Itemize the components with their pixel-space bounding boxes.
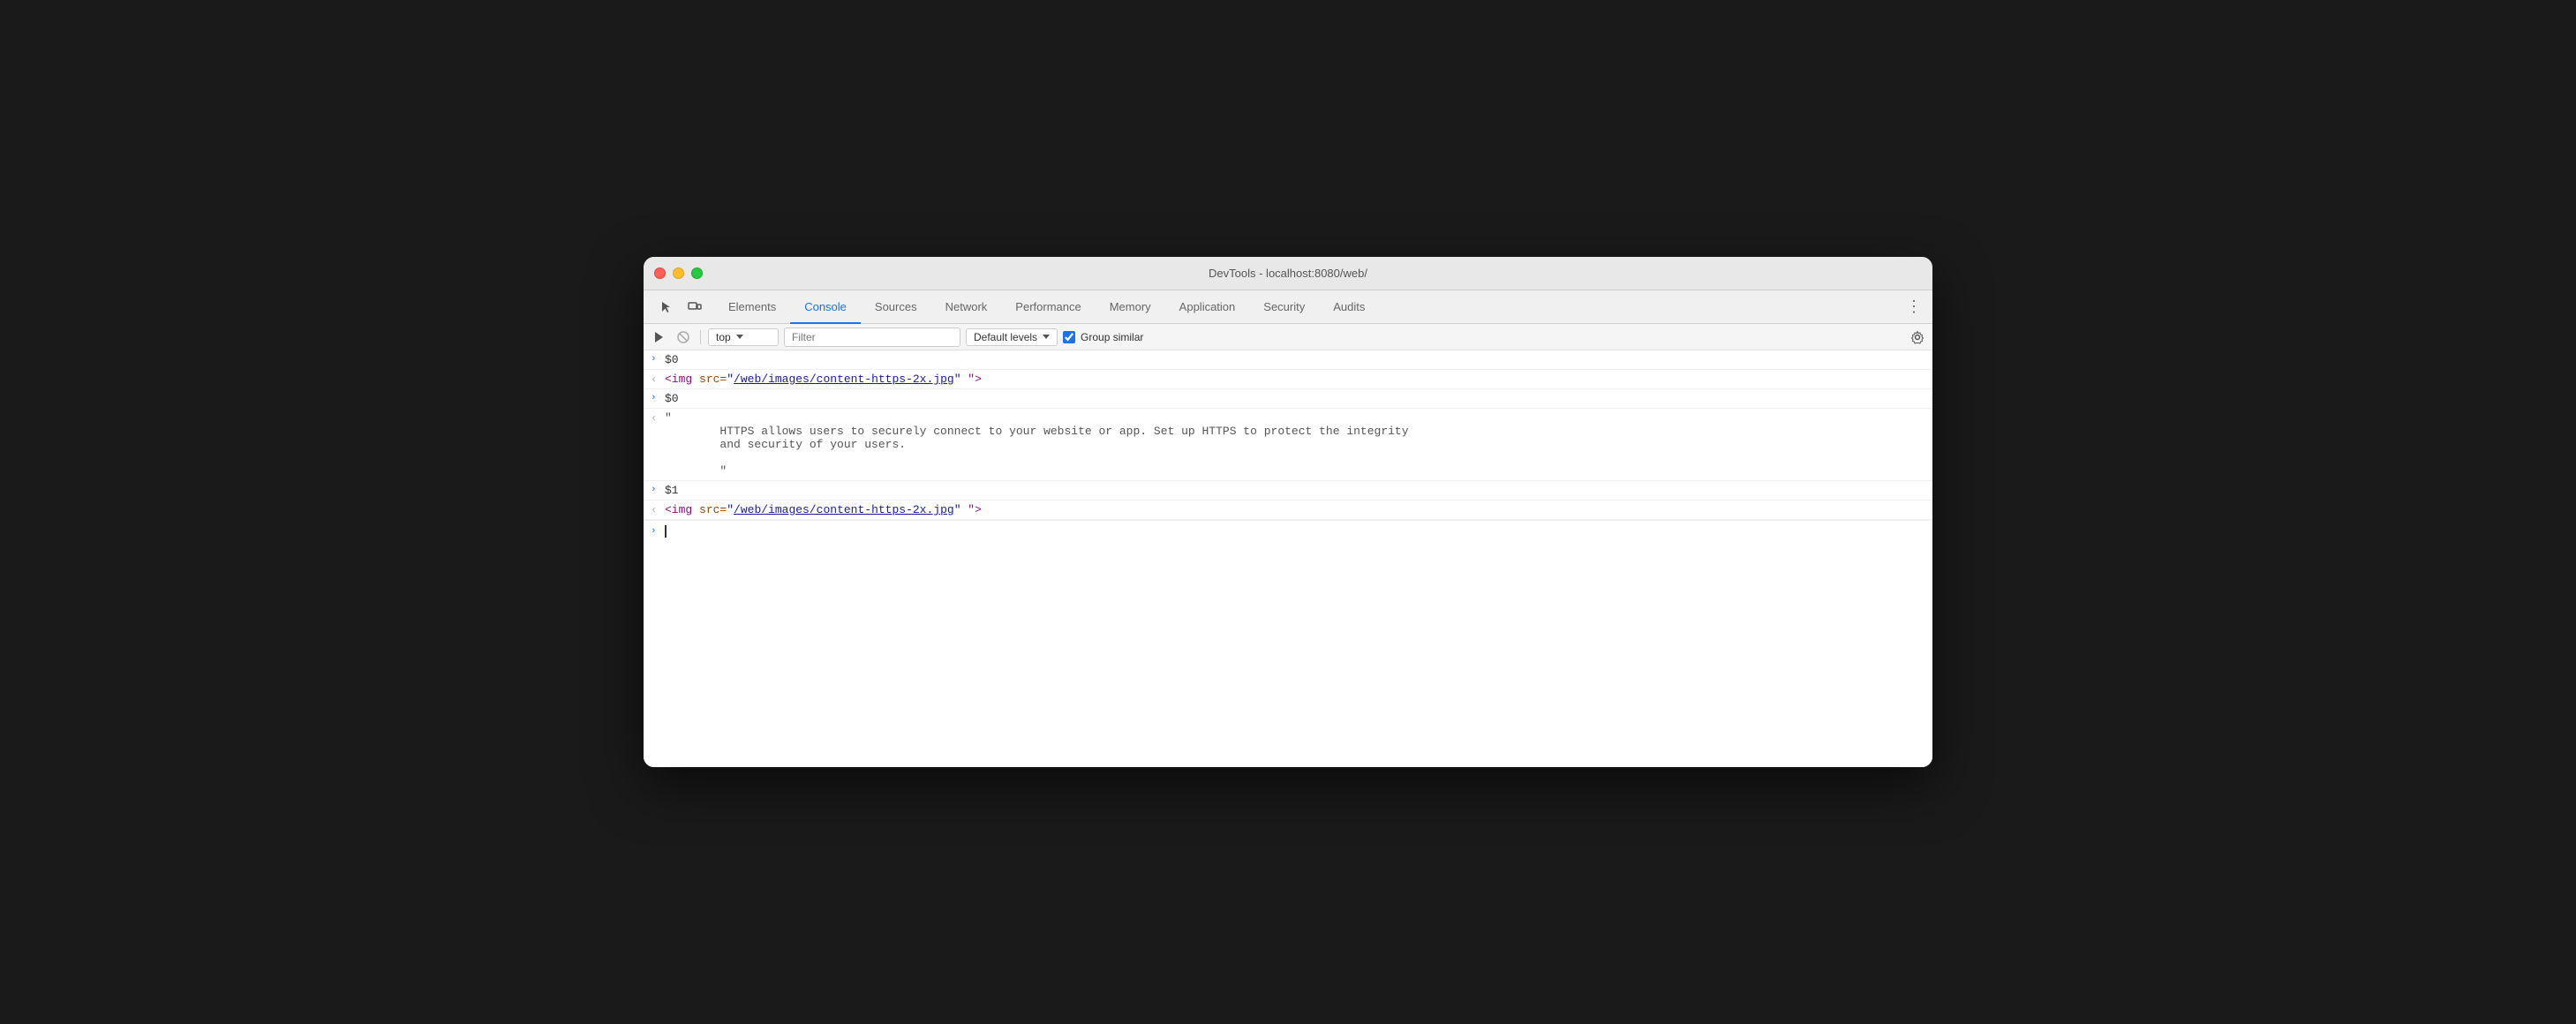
tab-bar-icons <box>647 290 714 323</box>
settings-button[interactable] <box>1908 328 1927 347</box>
tab-console[interactable]: Console <box>790 291 861 324</box>
entry-3-content: $0 <box>665 389 1932 408</box>
maximize-button[interactable] <box>691 267 703 279</box>
console-input-arrow: › <box>644 526 665 537</box>
devtools-panel: Elements Console Sources Network Perform… <box>644 290 1932 767</box>
entry-6-content: <img src="/web/images/content-https-2x.j… <box>665 501 1932 519</box>
entry-3-dollar: $0 <box>665 392 679 405</box>
group-similar-checkbox[interactable] <box>1063 331 1075 343</box>
levels-dropdown-arrow <box>1043 335 1050 339</box>
entry-1-content: $0 <box>665 350 1932 369</box>
title-bar: DevTools - localhost:8080/web/ <box>644 257 1932 290</box>
entry-5-dollar: $1 <box>665 484 679 497</box>
entry-4-content: " HTTPS allows users to securely connect… <box>665 409 1932 480</box>
more-tabs-button[interactable]: ⋮ <box>1899 290 1929 323</box>
context-selector[interactable]: top <box>708 328 779 346</box>
entry-1-arrow[interactable]: › <box>644 350 665 366</box>
console-cursor-line <box>665 524 667 538</box>
entry-2-tag-close: "> <box>961 373 982 386</box>
console-entry-3: › $0 <box>644 389 1932 409</box>
entry-2-attr-name: src= <box>699 373 727 386</box>
entry-2-arrow[interactable]: ‹ <box>644 370 665 388</box>
entry-6-attr-name: src= <box>699 503 727 516</box>
tab-sources[interactable]: Sources <box>861 291 931 324</box>
tab-memory[interactable]: Memory <box>1096 291 1165 324</box>
group-similar-label: Group similar <box>1081 331 1143 343</box>
entry-1-dollar: $0 <box>665 353 679 366</box>
console-toolbar: top Default levels Group similar <box>644 324 1932 350</box>
entry-4-arrow[interactable]: ‹ <box>644 409 665 426</box>
console-output[interactable]: › $0 ‹ <img src="/web/images/content-htt… <box>644 350 1932 767</box>
console-entry-1: › $0 <box>644 350 1932 370</box>
levels-selector[interactable]: Default levels <box>966 328 1058 346</box>
minimize-button[interactable] <box>673 267 684 279</box>
entry-6-tag-close: "> <box>961 503 982 516</box>
entry-6-attr-quote1: " <box>727 503 734 516</box>
close-button[interactable] <box>654 267 666 279</box>
cursor-icon-button[interactable] <box>654 295 679 320</box>
console-cursor <box>665 525 667 538</box>
filter-input[interactable] <box>784 328 960 347</box>
entry-2-attr-quote2: " <box>954 373 961 386</box>
tab-performance[interactable]: Performance <box>1001 291 1095 324</box>
entry-3-arrow[interactable]: › <box>644 389 665 405</box>
console-entry-6: ‹ <img src="/web/images/content-https-2x… <box>644 501 1932 520</box>
entry-6-tag-open: <img <box>665 503 699 516</box>
entry-5-content: $1 <box>665 481 1932 500</box>
tab-audits[interactable]: Audits <box>1319 291 1379 324</box>
entry-2-content: <img src="/web/images/content-https-2x.j… <box>665 370 1932 388</box>
group-similar-control[interactable]: Group similar <box>1063 331 1143 343</box>
console-entry-4: ‹ " HTTPS allows users to securely conne… <box>644 409 1932 481</box>
console-entry-2: ‹ <img src="/web/images/content-https-2x… <box>644 370 1932 389</box>
toolbar-separator <box>700 330 701 344</box>
levels-label: Default levels <box>974 331 1037 343</box>
console-entry-5: › $1 <box>644 481 1932 501</box>
context-dropdown-arrow <box>736 335 743 339</box>
devtools-window: DevTools - localhost:8080/web/ <box>644 257 1932 767</box>
tab-security[interactable]: Security <box>1249 291 1319 324</box>
entry-5-arrow[interactable]: › <box>644 481 665 497</box>
window-title: DevTools - localhost:8080/web/ <box>1209 267 1367 280</box>
entry-2-tag-open: <img <box>665 373 699 386</box>
tabs-list: Elements Console Sources Network Perform… <box>714 290 1899 323</box>
clear-console-button[interactable] <box>649 328 668 347</box>
tab-network[interactable]: Network <box>931 291 1002 324</box>
console-input-line[interactable]: › <box>644 520 1932 541</box>
tab-elements[interactable]: Elements <box>714 291 790 324</box>
entry-6-attr-quote2: " <box>954 503 961 516</box>
entry-4-text: " HTTPS allows users to securely connect… <box>665 411 1409 478</box>
tab-bar: Elements Console Sources Network Perform… <box>644 290 1932 324</box>
tab-application[interactable]: Application <box>1165 291 1250 324</box>
entry-6-arrow[interactable]: ‹ <box>644 501 665 518</box>
entry-2-attr-value[interactable]: /web/images/content-https-2x.jpg <box>734 373 954 386</box>
device-toolbar-icon-button[interactable] <box>682 295 707 320</box>
entry-2-attr-quote1: " <box>727 373 734 386</box>
entry-6-attr-value[interactable]: /web/images/content-https-2x.jpg <box>734 503 954 516</box>
traffic-lights <box>654 267 703 279</box>
block-icon-button[interactable] <box>674 328 693 347</box>
context-value: top <box>716 331 731 343</box>
